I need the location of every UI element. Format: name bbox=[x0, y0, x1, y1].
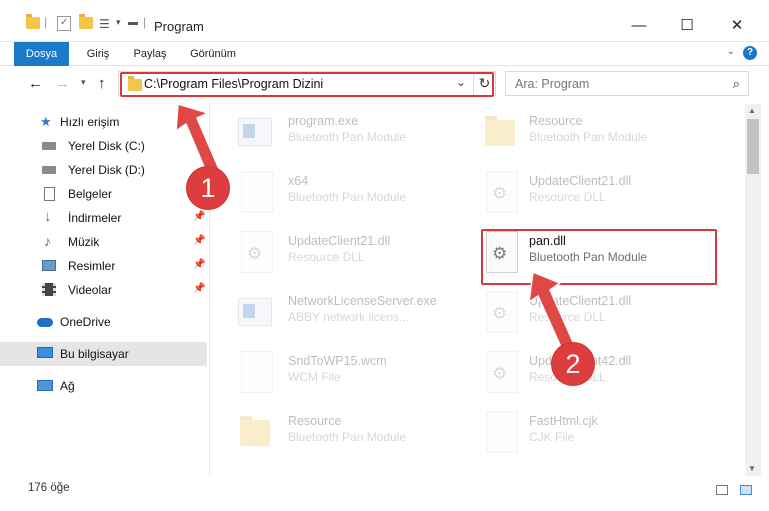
callout-2: 2 bbox=[552, 343, 594, 385]
callout-1: 1 bbox=[187, 167, 229, 209]
annotation-arrows bbox=[175, 103, 578, 357]
